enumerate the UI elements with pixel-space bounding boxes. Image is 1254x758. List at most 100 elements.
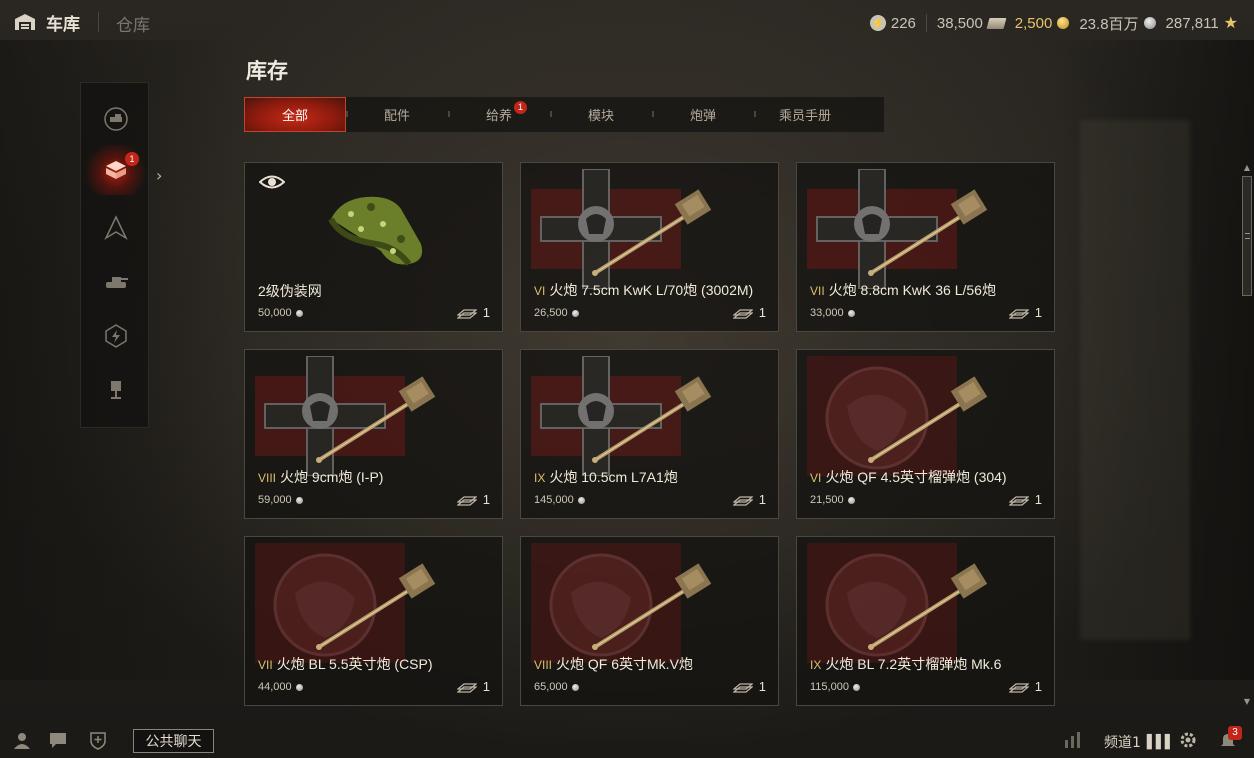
free-xp-value: 226 bbox=[890, 14, 916, 32]
sidebar-item-crew[interactable] bbox=[81, 203, 150, 253]
card-title: VII 火炮 BL 5.5英寸炮 (CSP) bbox=[258, 656, 433, 673]
card-name: 火炮 10.5cm L7A1炮 bbox=[549, 469, 678, 485]
card-count: 1 bbox=[456, 305, 490, 320]
gun-barrel-icon bbox=[868, 563, 988, 650]
nav-warehouse[interactable]: 仓库 bbox=[116, 11, 150, 36]
inventory-card[interactable]: VIII 火炮 QF 6英寸Mk.V炮 65,000 1 bbox=[520, 536, 779, 706]
card-count-value: 1 bbox=[758, 679, 766, 694]
inventory-card[interactable]: VIII 火炮 9cm炮 (I-P) 59,000 1 bbox=[244, 349, 503, 519]
sidebar-item-tank[interactable] bbox=[81, 257, 150, 307]
inventory-card[interactable]: 2级伪装网 50,000 1 bbox=[244, 162, 503, 332]
xp-balance[interactable]: 287,811 ★ bbox=[1166, 13, 1238, 33]
inventory-card[interactable]: VII 火炮 BL 5.5英寸炮 (CSP) 44,000 1 bbox=[244, 536, 503, 706]
card-name: 火炮 BL 7.2英寸榴弹炮 Mk.6 bbox=[825, 656, 1002, 672]
camo-net-icon bbox=[328, 196, 423, 266]
nav-garage[interactable]: 车库 bbox=[14, 10, 80, 35]
card-name: 火炮 8.8cm KwK 36 L/56炮 bbox=[828, 282, 996, 298]
currency-panel: ⚡ 226 38,500 2,500 23.8百万 287,811 ★ bbox=[860, 12, 1238, 34]
stats-icon[interactable] bbox=[1063, 730, 1083, 750]
eye-icon[interactable] bbox=[259, 173, 285, 191]
card-title: VIII 火炮 9cm炮 (I-P) bbox=[258, 469, 383, 486]
chat-bubble-icon[interactable] bbox=[48, 730, 68, 750]
star-icon: ★ bbox=[1223, 15, 1238, 32]
card-count: 1 bbox=[1008, 305, 1042, 320]
card-count: 1 bbox=[732, 492, 766, 507]
card-price: 26,500 bbox=[534, 307, 579, 319]
card-price: 115,000 bbox=[810, 681, 860, 693]
card-title: 2级伪装网 bbox=[258, 283, 322, 299]
card-price-value: 33,000 bbox=[810, 307, 844, 319]
gold-value: 2,500 bbox=[1014, 14, 1053, 32]
scrollbar[interactable]: ▲ ▼ bbox=[1241, 162, 1253, 708]
credits-icon bbox=[295, 683, 303, 691]
sidebar-item-boosters[interactable] bbox=[81, 311, 150, 361]
tab-consumables-label: 给养 bbox=[485, 109, 512, 124]
tab-accessories[interactable]: 配件 bbox=[346, 97, 448, 132]
inventory-card[interactable]: VI 火炮 7.5cm KwK L/70炮 (3002M) 26,500 1 bbox=[520, 162, 779, 332]
card-count: 1 bbox=[456, 679, 490, 694]
credits-icon bbox=[571, 683, 579, 691]
credits-icon bbox=[571, 309, 579, 317]
nav-garage-label: 车库 bbox=[46, 14, 80, 35]
tab-crew-books[interactable]: 乘员手册 bbox=[754, 97, 856, 132]
inventory-card[interactable]: IX 火炮 10.5cm L7A1炮 145,000 1 bbox=[520, 349, 779, 519]
free-xp-balance[interactable]: ⚡ 226 bbox=[869, 14, 916, 32]
stack-icon bbox=[456, 308, 477, 319]
card-name: 火炮 BL 5.5英寸炮 (CSP) bbox=[276, 656, 433, 672]
scroll-thumb[interactable] bbox=[1242, 176, 1252, 296]
card-tier: VII bbox=[810, 284, 825, 298]
inventory-card[interactable]: IX 火炮 BL 7.2英寸榴弹炮 Mk.6 115,000 1 bbox=[796, 536, 1055, 706]
card-count-value: 1 bbox=[482, 492, 490, 507]
card-count: 1 bbox=[732, 305, 766, 320]
card-price: 21,500 bbox=[810, 494, 855, 506]
scroll-down-icon[interactable]: ▼ bbox=[1241, 696, 1253, 708]
card-price-value: 115,000 bbox=[810, 681, 849, 693]
card-price: 145,000 bbox=[534, 494, 585, 506]
sidebar-item-equipment[interactable] bbox=[81, 365, 150, 415]
gun-barrel-icon bbox=[592, 563, 712, 650]
stack-icon bbox=[732, 308, 753, 319]
card-tier: VI bbox=[810, 471, 822, 485]
card-price-value: 26,500 bbox=[534, 307, 568, 319]
top-bar: 车库 仓库 ⚡ 226 38,500 2,500 23.8百万 287,811 … bbox=[0, 0, 1254, 44]
card-count-value: 1 bbox=[482, 679, 490, 694]
channel-label: 频道1 bbox=[1104, 735, 1141, 751]
user-icon[interactable] bbox=[12, 730, 32, 750]
tab-modules[interactable]: 模块 bbox=[550, 97, 652, 132]
sidebar-item-vehicles[interactable] bbox=[81, 94, 150, 144]
channel-selector[interactable]: 频道1 ▌▌▌ bbox=[1104, 732, 1175, 752]
inventory-card[interactable]: VI 火炮 QF 4.5英寸榴弹炮 (304) 21,500 1 bbox=[796, 349, 1055, 519]
credits-icon bbox=[852, 683, 860, 691]
card-tier: VIII bbox=[534, 658, 553, 672]
sidebar: 1 bbox=[80, 82, 150, 428]
tab-all[interactable]: 全部 bbox=[244, 97, 346, 132]
card-name: 火炮 7.5cm KwK L/70炮 (3002M) bbox=[549, 282, 754, 298]
gun-barrel-icon bbox=[868, 189, 988, 276]
channel-bars-icon: ▌▌▌ bbox=[1146, 734, 1175, 750]
chevron-right-icon[interactable]: › bbox=[156, 166, 162, 185]
bonds-balance[interactable]: 38,500 bbox=[936, 14, 1007, 32]
clan-shield-icon[interactable] bbox=[88, 730, 108, 750]
card-count-value: 1 bbox=[1034, 679, 1042, 694]
card-name: 火炮 9cm炮 (I-P) bbox=[280, 469, 384, 485]
card-tier: VIII bbox=[258, 471, 277, 485]
inventory-card[interactable]: VII 火炮 8.8cm KwK 36 L/56炮 33,000 1 bbox=[796, 162, 1055, 332]
sidebar-item-inventory[interactable]: 1 bbox=[81, 145, 150, 195]
tab-shells[interactable]: 炮弹 bbox=[652, 97, 754, 132]
gear-icon[interactable] bbox=[1178, 730, 1198, 750]
bonds-value: 38,500 bbox=[936, 14, 983, 32]
card-title: VII 火炮 8.8cm KwK 36 L/56炮 bbox=[810, 282, 996, 299]
credits-value: 23.8百万 bbox=[1079, 15, 1139, 33]
category-tabs: 全部 配件 给养 1 模块 炮弹 乘员手册 bbox=[244, 97, 884, 132]
scroll-up-icon[interactable]: ▲ bbox=[1241, 162, 1253, 174]
gun-barrel-icon bbox=[592, 376, 712, 463]
card-price-value: 50,000 bbox=[258, 307, 292, 319]
card-price-value: 44,000 bbox=[258, 681, 292, 693]
public-chat-button[interactable]: 公共聊天 bbox=[133, 729, 214, 753]
credits-balance[interactable]: 23.8百万 bbox=[1079, 13, 1156, 34]
tab-consumables[interactable]: 给养 1 bbox=[448, 97, 550, 132]
card-price: 65,000 bbox=[534, 681, 579, 693]
stack-icon bbox=[1008, 495, 1029, 506]
stack-icon bbox=[1008, 682, 1029, 693]
gold-balance[interactable]: 2,500 bbox=[1015, 15, 1070, 32]
